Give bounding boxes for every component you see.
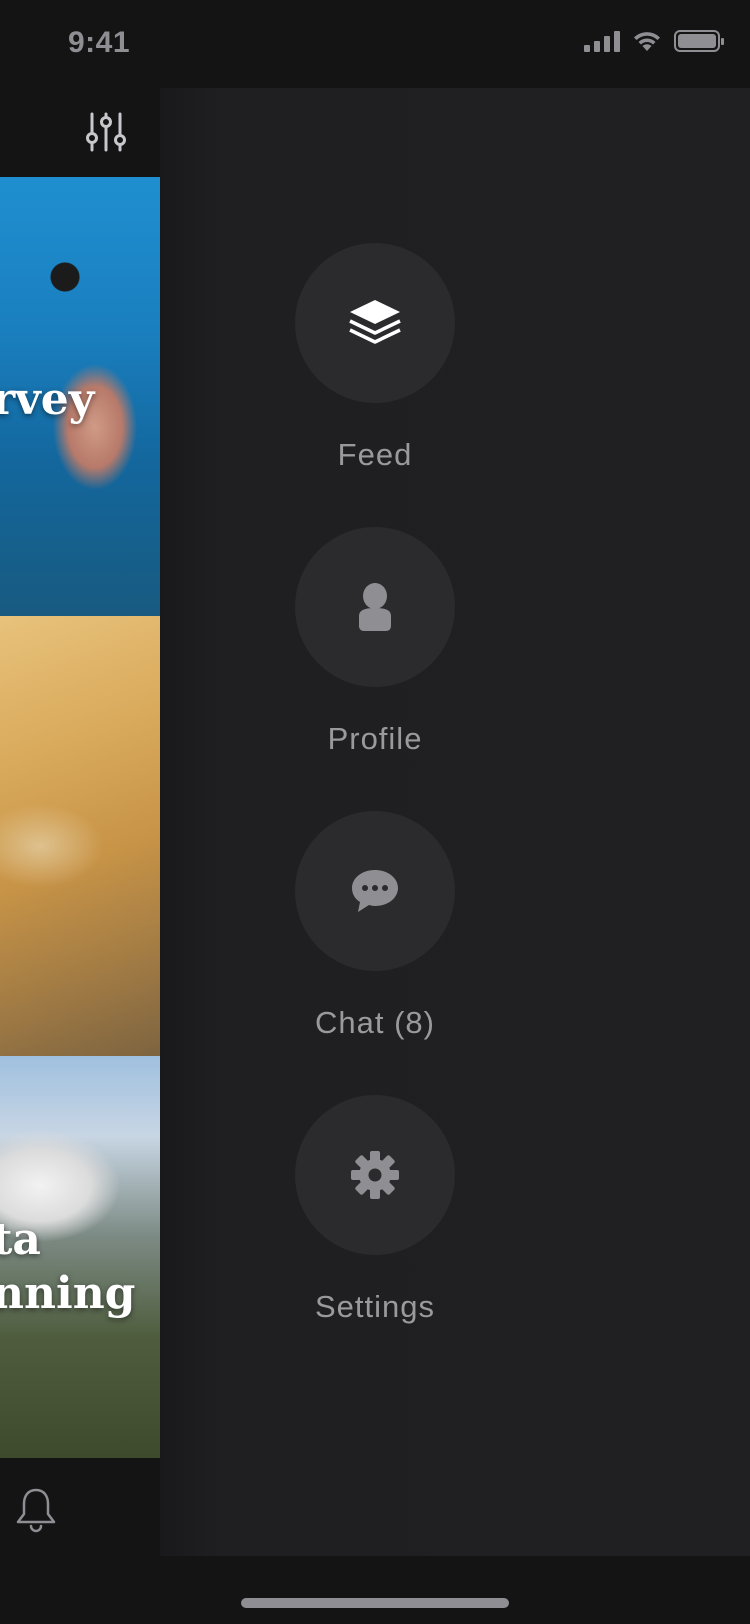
drawer-menu: Feed Profile Chat (8) Settings xyxy=(160,243,590,1379)
menu-label-feed: Feed xyxy=(337,437,413,472)
card-title: rvey xyxy=(0,374,95,425)
menu-label-chat: Chat (8) xyxy=(315,1005,435,1040)
menu-icon-circle[interactable] xyxy=(295,527,455,687)
status-icons xyxy=(584,30,724,52)
menu-item-chat[interactable]: Chat (8) xyxy=(295,811,455,1041)
feed-card-underwater[interactable]: rvey xyxy=(0,177,160,616)
menu-item-settings[interactable]: Settings xyxy=(295,1095,455,1325)
menu-icon-circle[interactable] xyxy=(295,243,455,403)
card-title-line: ta xyxy=(0,1214,41,1265)
home-indicator[interactable] xyxy=(241,1598,509,1608)
layers-icon xyxy=(349,300,401,344)
feed-top-bar xyxy=(0,88,160,177)
status-bar: 9:41 xyxy=(0,0,750,88)
bell-icon[interactable] xyxy=(14,1486,58,1534)
card-title: ta nning xyxy=(0,1213,135,1321)
chat-bubble-icon xyxy=(352,870,398,912)
menu-item-profile[interactable]: Profile xyxy=(295,527,455,757)
person-icon xyxy=(359,583,391,631)
wifi-icon xyxy=(634,32,660,51)
filter-sliders-icon[interactable] xyxy=(84,110,128,154)
status-time: 9:41 xyxy=(68,26,131,59)
menu-label-profile: Profile xyxy=(327,721,423,756)
feed-card-desert[interactable] xyxy=(0,616,160,1056)
menu-icon-circle[interactable] xyxy=(295,811,455,971)
cellular-signal-icon xyxy=(584,30,620,52)
app-screen: 9:41 rvey ta nning Feed Profile Chat (8)… xyxy=(0,0,750,1624)
background-feed: rvey ta nning xyxy=(0,88,160,1556)
battery-icon xyxy=(674,30,724,52)
menu-label-settings: Settings xyxy=(314,1289,435,1324)
menu-item-feed[interactable]: Feed xyxy=(295,243,455,473)
feed-bottom-bar xyxy=(0,1458,160,1556)
feed-card-mountain[interactable]: ta nning xyxy=(0,1056,160,1458)
gear-icon xyxy=(351,1151,399,1199)
menu-icon-circle[interactable] xyxy=(295,1095,455,1255)
card-title-line: nning xyxy=(0,1268,136,1319)
side-drawer: Feed Profile Chat (8) Settings xyxy=(160,88,750,1556)
home-indicator-area xyxy=(0,1556,750,1624)
